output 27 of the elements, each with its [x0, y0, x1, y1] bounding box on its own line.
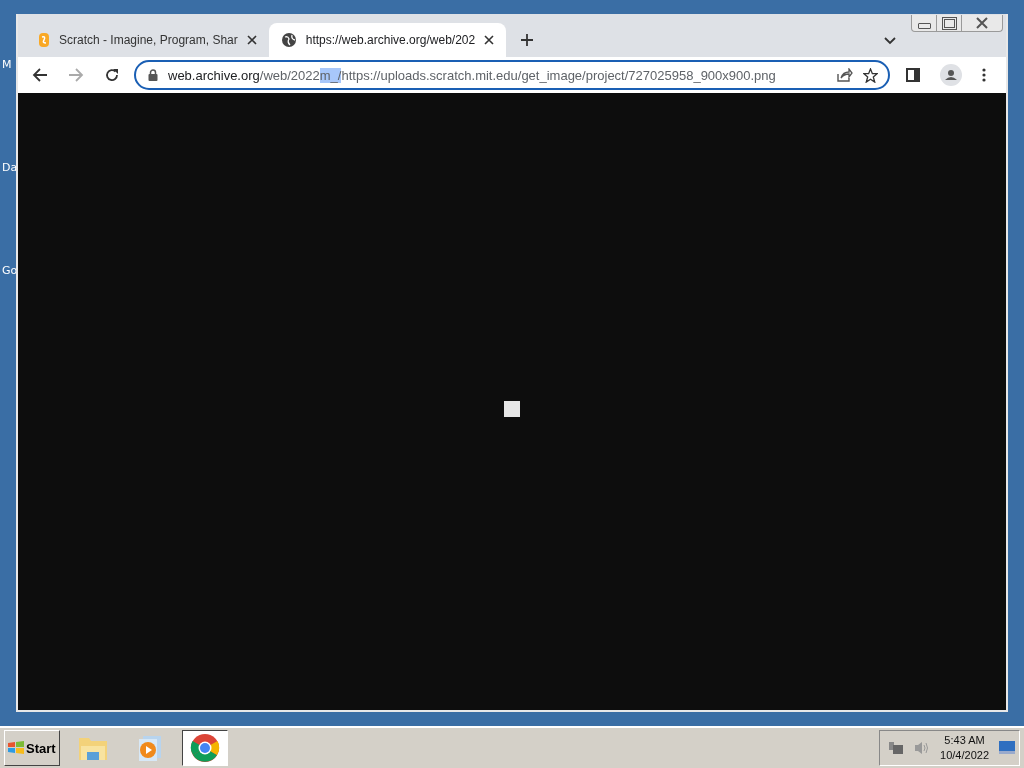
windows-logo-icon	[8, 741, 24, 755]
close-tab-icon[interactable]	[246, 35, 257, 45]
back-arrow-icon[interactable]	[32, 67, 48, 83]
reload-icon[interactable]	[104, 67, 120, 83]
lock-icon	[148, 69, 158, 81]
taskbar-app-button[interactable]	[181, 730, 228, 766]
small-image	[504, 400, 520, 417]
browser-tab[interactable]: Scratch - Imagine, Program, Shar	[26, 23, 269, 57]
chevron-down-icon[interactable]	[884, 37, 896, 45]
side-panel-icon[interactable]	[906, 68, 920, 82]
network-icon[interactable]	[888, 740, 905, 756]
desktop-icon-label[interactable]: M	[2, 58, 12, 71]
clock-date: 10/4/2022	[940, 748, 989, 763]
browser-tab[interactable]: https://web.archive.org/web/202	[268, 23, 507, 57]
share-icon[interactable]	[837, 68, 853, 82]
globe-icon	[280, 32, 297, 48]
close-icon	[975, 17, 989, 29]
profile-avatar-icon[interactable]	[940, 64, 962, 86]
menu-icon[interactable]	[982, 68, 986, 82]
star-icon[interactable]	[863, 67, 878, 83]
start-button[interactable]: Start	[4, 730, 60, 766]
chrome-icon	[189, 733, 220, 763]
desktop-icon-label[interactable]: Da	[2, 161, 18, 174]
close-tab-icon[interactable]	[484, 35, 495, 45]
new-tab-icon[interactable]	[520, 33, 535, 47]
show-desktop-icon[interactable]	[999, 741, 1015, 755]
clock-time: 5:43 AM	[944, 733, 985, 748]
